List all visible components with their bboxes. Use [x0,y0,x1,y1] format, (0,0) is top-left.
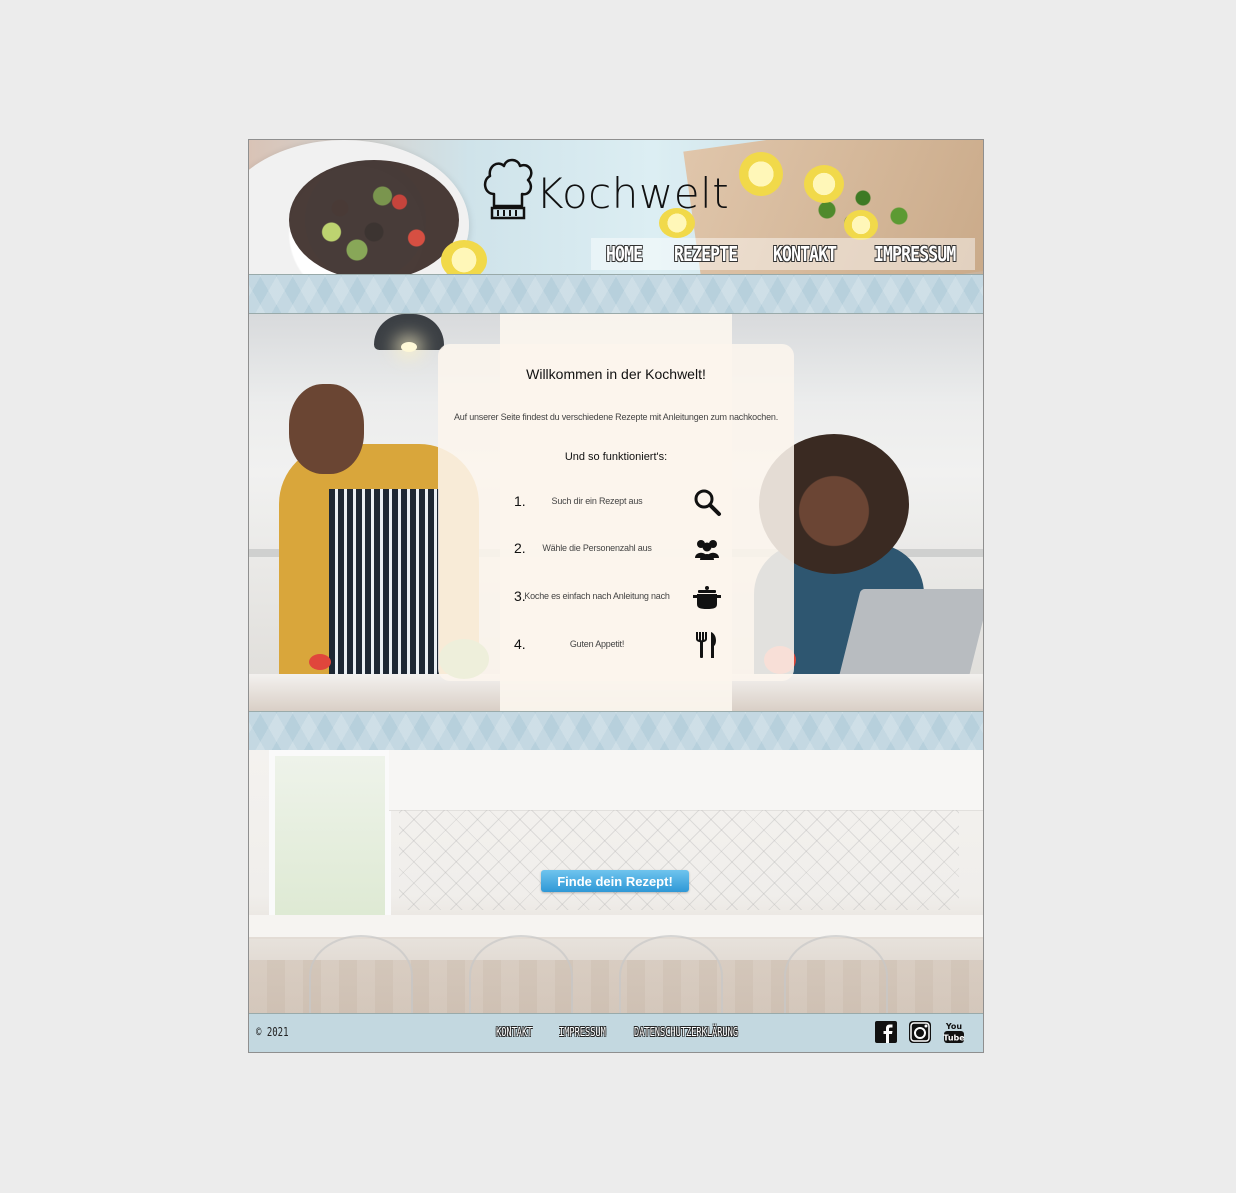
nav-rezepte[interactable]: REZEPTE [674,242,738,266]
tile-wall-image [399,810,959,910]
stool-image [309,935,413,1013]
salad-image [289,160,459,274]
lemon-image [844,210,878,240]
pot-icon [693,586,721,609]
step-text: Guten Appetit! [569,639,625,649]
welcome-title: Willkommen in der Kochwelt! [526,366,706,382]
svg-text:You: You [945,1022,963,1031]
cabinet-image [389,750,983,811]
site-logo[interactable]: Kochwelt [482,150,729,220]
welcome-intro: Auf unserer Seite findest du verschieden… [453,412,778,422]
facebook-icon[interactable] [875,1021,897,1043]
nav-home[interactable]: HOME [606,242,643,266]
copyright: © 2021 [256,1025,289,1039]
lamp-light-image [401,342,417,352]
footer-link-datenschutz[interactable]: DATENSCHUTZERKLÄRUNG [634,1025,738,1039]
stool-image [469,935,573,1013]
stool-image [619,935,723,1013]
svg-text:Tube: Tube [943,1034,965,1043]
site-container: Kochwelt HOME REZEPTE KONTAKT IMPRESSUM … [248,139,984,1053]
decorative-stripe-top [249,274,983,314]
nav-kontakt[interactable]: KONTAKT [773,242,837,266]
nav-impressum[interactable]: IMPRESSUM [874,242,956,266]
lemon-image [441,240,487,274]
stool-image [784,935,888,1013]
cutlery-icon [696,632,716,658]
man-head-image [289,384,364,474]
step-item: 1. Such dir ein Rezept aus [508,487,730,517]
header: Kochwelt HOME REZEPTE KONTAKT IMPRESSUM [249,140,983,275]
window-image [269,750,391,932]
step-item: 2. Wähle die Personenzahl aus [508,534,730,564]
people-icon [695,540,719,560]
chef-hat-icon [483,158,533,220]
tomato-image [309,654,331,670]
step-text: Such dir ein Rezept aus [551,496,643,506]
footer-link-kontakt[interactable]: KONTAKT [496,1025,532,1039]
how-it-works-title: Und so funktioniert's: [564,451,668,463]
youtube-icon[interactable]: You Tube [943,1021,965,1043]
laptop-image [837,589,983,684]
search-icon [694,489,721,516]
instagram-icon[interactable] [909,1021,931,1043]
welcome-card: Willkommen in der Kochwelt! Auf unserer … [438,344,794,681]
lemon-image [804,165,844,203]
hero-section: Willkommen in der Kochwelt! Auf unserer … [249,314,983,711]
logo-text: Kochwelt [536,169,730,218]
step-item: 3. Koche es einfach nach Anleitung nach [508,582,730,612]
footer: © 2021 KONTAKT IMPRESSUM DATENSCHUTZERKL… [249,1013,983,1052]
step-text: Wähle die Personenzahl aus [542,543,652,553]
step-item: 4. Guten Appetit! [508,630,730,660]
step-text: Koche es einfach nach Anleitung nach [524,591,670,601]
main-nav: HOME REZEPTE KONTAKT IMPRESSUM [591,238,975,270]
decorative-stripe-bottom [249,711,983,751]
find-recipe-button[interactable]: Finde dein Rezept! [541,870,689,892]
lemon-image [739,152,783,196]
kitchen-banner: Finde dein Rezept! [249,750,983,1013]
apron-image [329,489,439,704]
footer-link-impressum[interactable]: IMPRESSUM [559,1025,606,1039]
